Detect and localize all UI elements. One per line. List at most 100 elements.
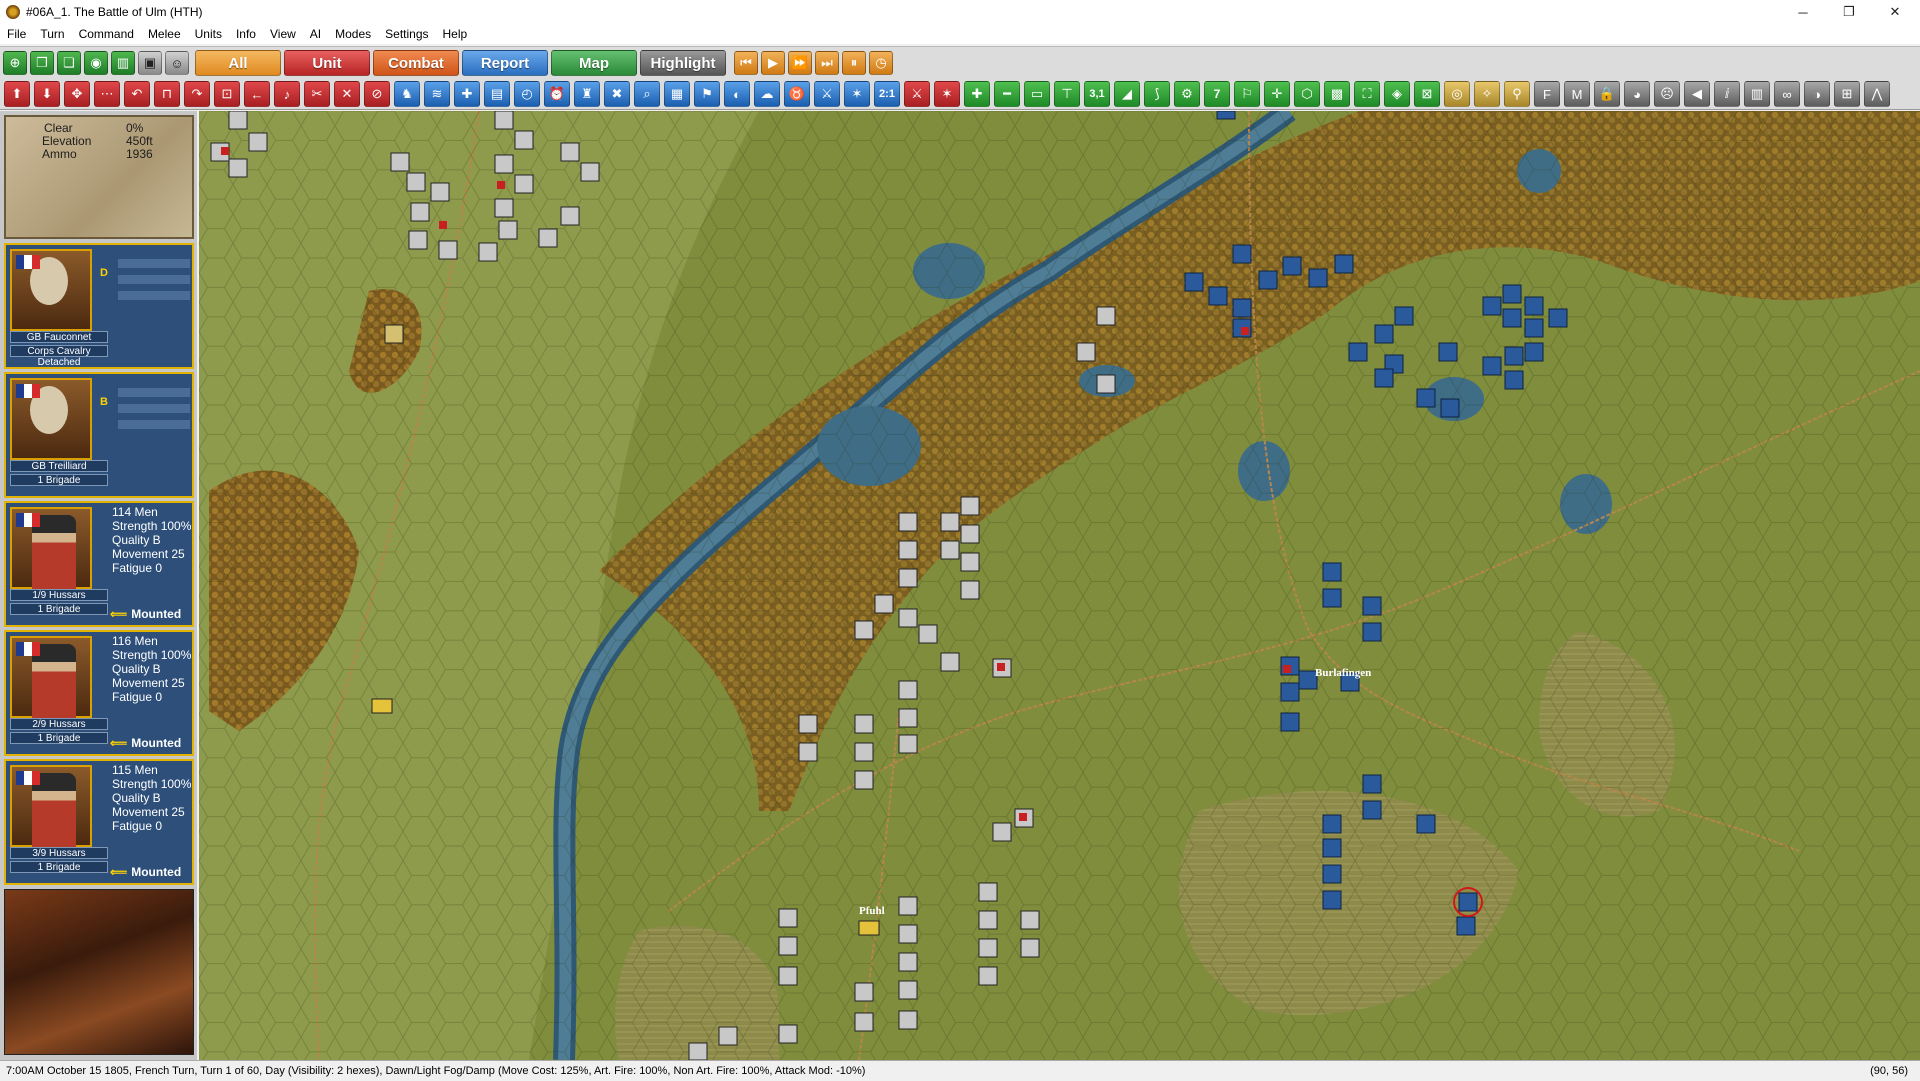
square-icon[interactable]: ⊡: [214, 81, 240, 107]
turn-left-icon[interactable]: ↶: [124, 81, 150, 107]
plus-icon[interactable]: ✛: [1264, 81, 1290, 107]
filter-icon[interactable]: ≋: [424, 81, 450, 107]
org-chart-icon[interactable]: ⊞: [1834, 81, 1860, 107]
bars-icon[interactable]: ▥: [1744, 81, 1770, 107]
grid-x-icon[interactable]: ⊠: [1414, 81, 1440, 107]
menu-view[interactable]: View: [263, 27, 303, 41]
layers-icon[interactable]: ◈: [1384, 81, 1410, 107]
horn-icon[interactable]: ♪: [274, 81, 300, 107]
cross-icon[interactable]: ✚: [454, 81, 480, 107]
turn-right-icon[interactable]: ↷: [184, 81, 210, 107]
play-icon[interactable]: ▶: [761, 51, 785, 75]
cannon-icon[interactable]: ✶: [844, 81, 870, 107]
menu-units[interactable]: Units: [188, 27, 229, 41]
hex-icon[interactable]: ⬡: [1294, 81, 1320, 107]
menu-ai[interactable]: AI: [303, 27, 328, 41]
formation-icon[interactable]: ✥: [64, 81, 90, 107]
move-up-icon[interactable]: ⬆: [4, 81, 30, 107]
prohibit-icon[interactable]: ⊘: [364, 81, 390, 107]
tab-unit[interactable]: Unit: [284, 50, 370, 76]
road-icon[interactable]: ⟆: [1144, 81, 1170, 107]
column-icon[interactable]: ⊓: [154, 81, 180, 107]
clipboard-icon[interactable]: ▦: [664, 81, 690, 107]
menu-file[interactable]: File: [0, 27, 33, 41]
retreat-icon[interactable]: ←: [244, 81, 270, 107]
tab-combat[interactable]: Combat: [373, 50, 459, 76]
menu-melee[interactable]: Melee: [141, 27, 188, 41]
map-flag-icon[interactable]: ⚐: [1234, 81, 1260, 107]
minimize-button[interactable]: ─: [1780, 0, 1826, 24]
menu-info[interactable]: Info: [229, 27, 263, 41]
no-melee-icon[interactable]: ⚔: [904, 81, 930, 107]
info-icon[interactable]: ⅈ: [1714, 81, 1740, 107]
menu-modes[interactable]: Modes: [328, 27, 378, 41]
binoculars-icon[interactable]: ∞: [1774, 81, 1800, 107]
cancel-icon[interactable]: ✕: [334, 81, 360, 107]
objective-marker[interactable]: [371, 698, 393, 714]
clock-icon[interactable]: ◷: [869, 51, 893, 75]
leader-card[interactable]: B GB Treilliard 1 Brigade: [4, 372, 194, 498]
scale-button[interactable]: 3,1: [1084, 81, 1110, 107]
step-icon[interactable]: ⏩: [788, 51, 812, 75]
contrast-icon[interactable]: ◐: [724, 81, 750, 107]
eagle-icon[interactable]: ✧: [1474, 81, 1500, 107]
monitor-icon[interactable]: ▭: [1024, 81, 1050, 107]
fullscreen-icon[interactable]: ⛶: [1354, 81, 1380, 107]
book-icon[interactable]: ▤: [484, 81, 510, 107]
coin-icon[interactable]: ◎: [1444, 81, 1470, 107]
search-icon[interactable]: ⌕: [634, 81, 660, 107]
eye-icon[interactable]: ◉: [84, 51, 108, 75]
leader-card[interactable]: D GB Fauconnet Corps Cavalry Detached: [4, 243, 194, 369]
m-icon[interactable]: M: [1564, 81, 1590, 107]
unit-card[interactable]: 114 Men Strength 100% Quality B Movement…: [4, 501, 194, 627]
battle-map[interactable]: Burlafingen Pfuhl: [199, 111, 1920, 1060]
portrait-icon[interactable]: ☺: [165, 51, 189, 75]
menu-settings[interactable]: Settings: [378, 27, 435, 41]
number-button[interactable]: 7: [1204, 81, 1230, 107]
flag-icon[interactable]: ⚑: [694, 81, 720, 107]
half-circle-icon[interactable]: ◑: [1804, 81, 1830, 107]
soldier-icon[interactable]: ♜: [574, 81, 600, 107]
image-icon[interactable]: ▩: [1324, 81, 1350, 107]
signpost-icon[interactable]: ⊤: [1054, 81, 1080, 107]
ratio-button[interactable]: 2:1: [874, 81, 900, 107]
menu-turn[interactable]: Turn: [33, 27, 71, 41]
zoom-in-icon[interactable]: ✚: [964, 81, 990, 107]
target-icon[interactable]: ⊕: [3, 51, 27, 75]
end-icon[interactable]: ⏭: [815, 51, 839, 75]
face-icon[interactable]: ☹: [1654, 81, 1680, 107]
tree-icon[interactable]: ⋀: [1864, 81, 1890, 107]
goblet-icon[interactable]: ♉: [784, 81, 810, 107]
no-cannon-icon[interactable]: ✶: [934, 81, 960, 107]
alarm-icon[interactable]: ⏰: [544, 81, 570, 107]
x-icon[interactable]: ✖: [604, 81, 630, 107]
cascade-icon[interactable]: ❏: [57, 51, 81, 75]
circle-gear-icon[interactable]: ⚙: [1174, 81, 1200, 107]
maximize-button[interactable]: ❐: [1826, 0, 1872, 24]
map-icon[interactable]: ▥: [111, 51, 135, 75]
move-down-icon[interactable]: ⬇: [34, 81, 60, 107]
zoom-out-icon[interactable]: ━: [994, 81, 1020, 107]
cloud-icon[interactable]: ☁: [754, 81, 780, 107]
terrain-icon[interactable]: ◢: [1114, 81, 1140, 107]
menu-command[interactable]: Command: [72, 27, 141, 41]
lock-icon[interactable]: 🔒: [1594, 81, 1620, 107]
close-button[interactable]: ✕: [1872, 0, 1918, 24]
unit-card[interactable]: 116 Men Strength 100% Quality B Movement…: [4, 630, 194, 756]
pause-icon[interactable]: ⏸: [842, 51, 866, 75]
tab-all[interactable]: All: [195, 50, 281, 76]
speaker-icon[interactable]: ◀: [1684, 81, 1710, 107]
panel-icon[interactable]: ▣: [138, 51, 162, 75]
tab-report[interactable]: Report: [462, 50, 548, 76]
line-icon[interactable]: ⋯: [94, 81, 120, 107]
menu-help[interactable]: Help: [436, 27, 475, 41]
tab-highlight[interactable]: Highlight: [640, 50, 726, 76]
rewind-icon[interactable]: ⏮: [734, 51, 758, 75]
objective-marker[interactable]: [858, 920, 880, 936]
standard-icon[interactable]: ⚲: [1504, 81, 1530, 107]
crossed-swords-icon[interactable]: ⚔: [814, 81, 840, 107]
f-icon[interactable]: F: [1534, 81, 1560, 107]
pie-icon[interactable]: ◕: [1624, 81, 1650, 107]
unit-card[interactable]: 115 Men Strength 100% Quality B Movement…: [4, 759, 194, 885]
map-canvas[interactable]: Burlafingen Pfuhl: [199, 111, 1920, 1060]
